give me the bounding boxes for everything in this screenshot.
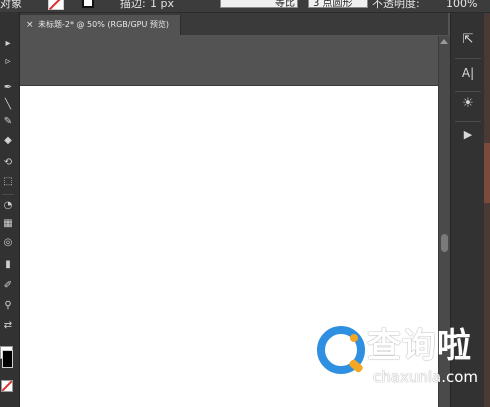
scroll-up-icon[interactable] [440,39,448,44]
stroke-swatch[interactable] [82,0,94,8]
rotate-tool[interactable]: ⟲ [2,157,14,168]
panel-edge-strip [484,13,490,407]
panel-edge-highlight [484,143,490,203]
fill-swatch[interactable] [48,0,64,10]
panel-divider [455,58,481,59]
swap-fill-stroke-icon[interactable]: ⇄ [2,320,14,331]
document-title: 未标题-2* @ 50% (RGB/GPU 预览) [38,20,169,29]
zoom-tool[interactable]: ⚲ [2,300,14,311]
column-graph-tool[interactable]: ▮ [2,259,14,270]
free-transform-tool[interactable]: ⬚ [2,176,14,187]
stroke-weight-field[interactable]: 1 px [150,0,174,9]
document-tab-bar: × 未标题-2* @ 50% (RGB/GPU 预览) [20,13,448,35]
appearance-panel-icon[interactable]: ☀ [458,94,478,114]
shape-builder-tool[interactable]: ◔ [2,200,14,211]
shaper-tool[interactable]: ◆ [2,135,14,146]
panel-divider [455,91,481,92]
variable-width-profile-select[interactable]: 等比 [220,0,298,9]
actions-panel-icon[interactable]: ▶ [458,125,478,145]
watermark: 查询啦 chaxunla.com [317,322,478,392]
none-color-button[interactable] [1,380,13,392]
tools-panel: ▸ ▹ ✒ ╲ ✎ ◆ ⟲ ⬚ ◔ ▦ ◎ ▮ ✐ ⚲ ⇄ [0,12,20,407]
panel-divider [455,121,481,122]
mesh-tool[interactable]: ▦ [2,218,14,229]
control-bar: 对象 描边: 1 px 等比 3 点圆形 不透明度: 100% [0,0,490,13]
document-tab[interactable]: × 未标题-2* @ 50% (RGB/GPU 预览) [20,15,181,35]
close-icon[interactable]: × [26,15,34,35]
blend-tool[interactable]: ◎ [2,237,14,248]
export-panel-icon[interactable]: ⇱ [458,30,478,50]
tools-divider [2,194,14,195]
watermark-domain-text: chaxunla.com [373,368,478,386]
brush-tool[interactable]: ✎ [2,116,14,127]
character-panel-icon[interactable]: A| [458,63,478,83]
stroke-label: 描边: [120,0,146,10]
line-tool[interactable]: ╲ [2,99,14,110]
stroke-color-box[interactable] [2,350,13,368]
pen-tool[interactable]: ✒ [2,82,14,93]
direct-selection-tool[interactable]: ▹ [2,56,14,67]
watermark-q-logo-icon [317,326,365,374]
opacity-label: 不透明度: [372,0,420,10]
object-label: 对象 [0,0,22,10]
opacity-field[interactable]: 100% [446,0,477,9]
watermark-chinese-text: 查询啦 [367,326,472,366]
brush-definition-select[interactable]: 3 点圆形 [308,0,368,9]
eyedropper-tool[interactable]: ✐ [2,280,14,291]
selection-tool[interactable]: ▸ [2,38,14,49]
scrollbar-thumb[interactable] [441,234,448,252]
